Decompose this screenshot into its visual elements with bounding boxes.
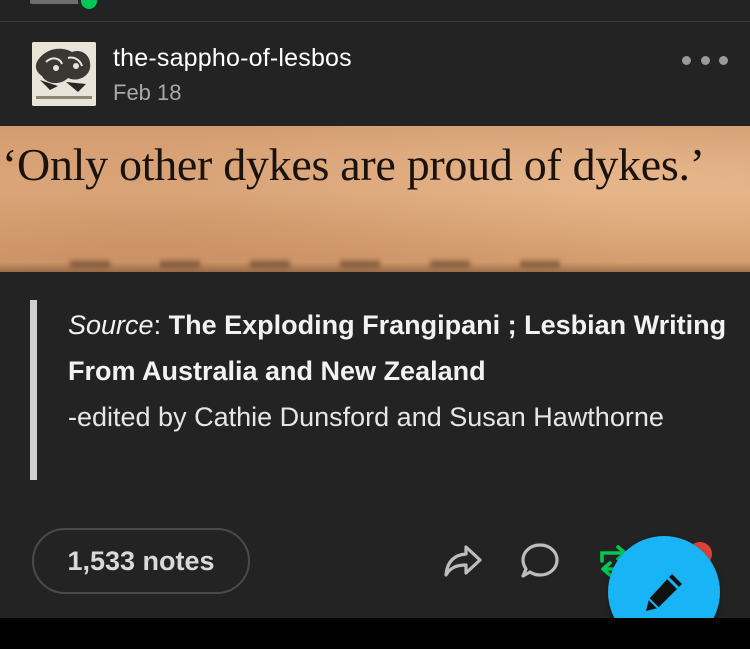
source-label: Source — [68, 310, 154, 340]
source-editors: -edited by Cathie Dunsford and Susan Haw… — [68, 402, 664, 432]
more-dot — [682, 55, 691, 65]
source-separator: : — [153, 310, 169, 340]
source-text: Source: The Exploding Frangipani ; Lesbi… — [68, 302, 728, 440]
pencil-icon — [646, 574, 682, 611]
post-date: Feb 18 — [113, 80, 182, 105]
online-status-dot — [78, 0, 100, 12]
share-icon[interactable] — [442, 543, 484, 579]
image-quote-text: ‘Only other dykes are proud of dykes.’ — [2, 139, 705, 190]
reply-icon[interactable] — [519, 541, 561, 581]
source-blockquote: Source: The Exploding Frangipani ; Lesbi… — [30, 298, 730, 480]
notes-button[interactable]: 1,533 notes — [32, 528, 250, 594]
avatar[interactable] — [32, 42, 96, 106]
image-next-line-fragment — [70, 260, 590, 268]
previous-post-footer — [0, 0, 750, 22]
more-dot — [719, 55, 728, 65]
dashboard-feed: the-sappho-of-lesbos Feb 18 ‘Only other … — [0, 0, 750, 649]
book-quote-image[interactable]: ‘Only other dykes are proud of dykes.’ — [0, 126, 750, 272]
avatar-drawing-icon — [32, 42, 96, 106]
more-dot — [700, 55, 710, 65]
post-header: the-sappho-of-lesbos Feb 18 — [0, 38, 750, 108]
bottom-navigation-bar — [0, 618, 750, 649]
blockquote-bar — [30, 300, 37, 480]
post-username[interactable]: the-sappho-of-lesbos — [113, 44, 352, 73]
more-options-icon[interactable] — [682, 48, 728, 72]
